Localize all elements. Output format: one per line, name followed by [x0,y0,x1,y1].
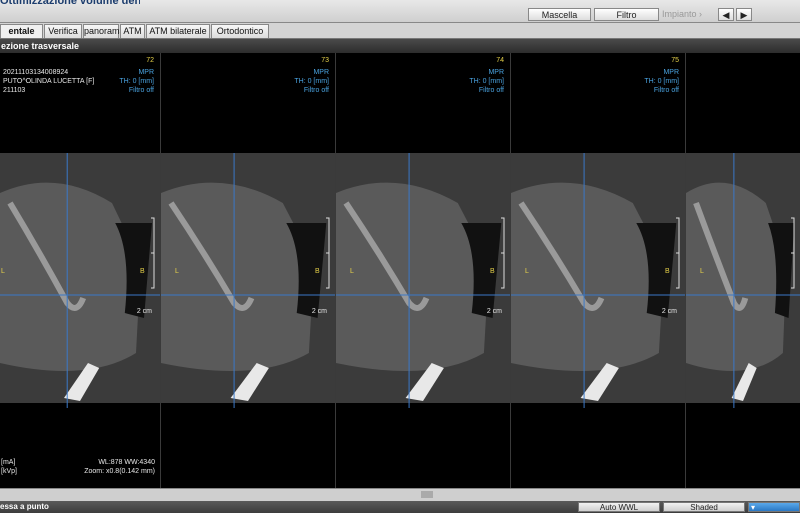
arrow-back-button[interactable]: ◀ [718,8,734,21]
slice-panel[interactable] [0,53,160,488]
section-header: ezione trasversale [0,39,800,53]
status-bar: essa a punto Auto WWL Shaded ▾ [0,501,800,513]
mode-label: MPR [663,69,679,76]
arrow-forward-button[interactable]: ▶ [736,8,752,21]
scale-label: 2 cm [311,308,327,315]
thickness-label: TH: 0 [mm] [644,78,679,85]
tab-bar: entale Verifica panorama ATM ATM bilater… [0,23,800,39]
window-title: Ottimizzazione volume dentale [0,0,140,7]
shaded-button[interactable]: Shaded [663,502,745,512]
slice-panel[interactable] [161,53,335,488]
filter-label: Filtro off [478,87,504,94]
filtro-button[interactable]: Filtro [594,8,659,21]
slice-number: 73 [321,57,329,64]
thickness-label: TH: 0 [mm] [469,78,504,85]
scale-label: 2 cm [486,308,502,315]
right-marker: B [315,268,320,275]
title-bar: Ottimizzazione volume dentale Mascella F… [0,0,800,23]
chevron-down-icon: ▾ [751,503,756,512]
splitter-bar[interactable] [0,488,800,501]
slice-panel[interactable] [336,53,510,488]
filter-label: Filtro off [128,87,154,94]
status-text: essa a punto [0,502,49,511]
filter-label: Filtro off [303,87,329,94]
left-marker: L [350,268,354,275]
splitter-handle[interactable] [421,491,433,498]
ct-slice-image [511,153,685,408]
left-marker: L [175,268,179,275]
impianto-label: Impianto [662,9,697,19]
scale-label: 2 cm [661,308,677,315]
patient-id: 20211103134008924 [3,69,69,76]
slice-number: 74 [496,57,504,64]
ct-slice-image [336,153,510,408]
slice-panel[interactable] [511,53,685,488]
study-date: 211103 [3,87,26,94]
arrow-back-icon: ◀ [722,10,730,20]
thickness-label: TH: 0 [mm] [119,78,154,85]
slice-number: 72 [146,57,154,64]
patient-name: PUTO^OLINDA LUCETTA [F] [3,78,95,85]
mode-label: MPR [138,69,154,76]
left-marker: L [1,268,5,275]
filter-label: Filtro off [653,87,679,94]
mode-label: MPR [488,69,504,76]
auto-wwl-button[interactable]: Auto WWL [578,502,660,512]
mode-label: MPR [313,69,329,76]
tab-dentale[interactable]: entale [0,24,43,38]
kvp-label: [kVp] [1,468,17,475]
chevron-right-icon: › [699,9,703,19]
left-marker: L [525,268,529,275]
zoom-readout: Zoom: x0.8(0.142 mm) [84,468,155,475]
tab-atm[interactable]: ATM [120,24,145,38]
dropdown-button[interactable]: ▾ [748,502,800,512]
ct-slice-image [161,153,335,408]
ma-label: [mA] [1,459,16,466]
left-marker: L [700,268,704,275]
tab-ortodontico[interactable]: Ortodontico [211,24,269,38]
impianto-button[interactable]: Impianto › [662,8,716,21]
footer-strip [0,513,800,528]
mascella-button[interactable]: Mascella [528,8,591,21]
thickness-label: TH: 0 [mm] [294,78,329,85]
arrow-forward-icon: ▶ [740,10,748,20]
right-marker: B [665,268,670,275]
tab-panorama[interactable]: panorama [83,24,125,38]
ct-slice-image [0,153,160,408]
scale-label: 2 cm [136,308,152,315]
tab-atm-bilaterale[interactable]: ATM bilaterale [146,24,210,38]
right-marker: B [140,268,145,275]
tab-verifica[interactable]: Verifica [44,24,82,38]
slice-number: 75 [671,57,679,64]
window-level-readout: WL:878 WW:4340 [98,459,155,466]
viewer-area[interactable]: 20211103134008924 PUTO^OLINDA LUCETTA [F… [0,53,800,488]
right-marker: B [490,268,495,275]
